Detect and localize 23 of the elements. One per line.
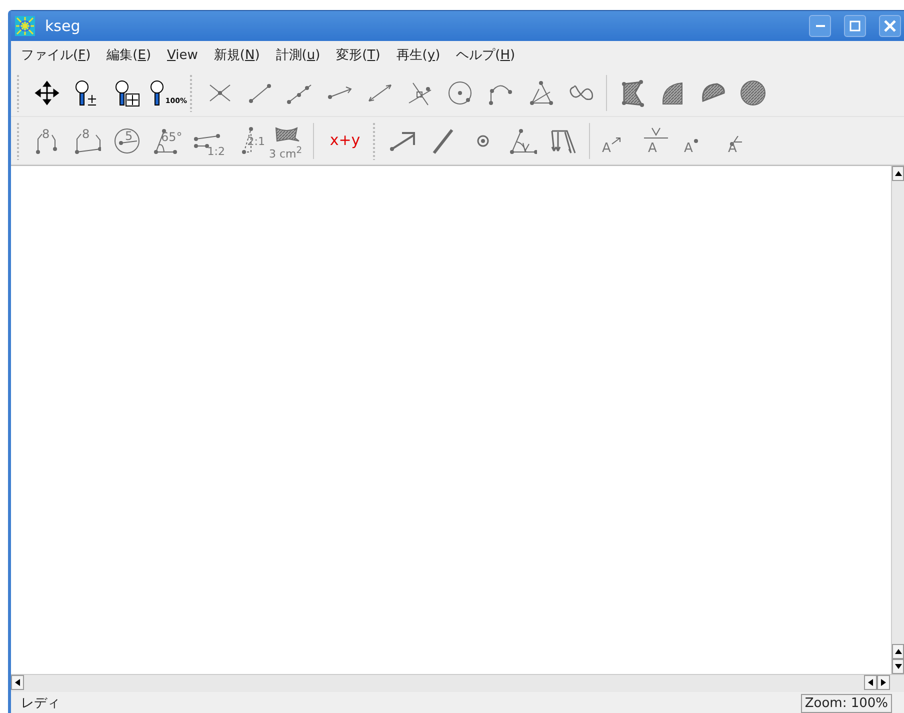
status-message: レディ bbox=[21, 695, 60, 712]
tool-button[interactable]: 65° bbox=[147, 120, 187, 160]
tool-button[interactable]: 1:2 bbox=[187, 120, 227, 160]
tool-button[interactable]: A bbox=[596, 120, 636, 160]
tool-button[interactable]: 5 bbox=[107, 120, 147, 160]
zoom-level: Zoom: 100% bbox=[800, 694, 892, 712]
menu-item[interactable]: 再生(y) bbox=[388, 43, 448, 67]
tool-button[interactable]: 3 cm$^{2}$ bbox=[267, 120, 307, 160]
tool-button[interactable]: 2:1 bbox=[227, 120, 267, 160]
tool-button[interactable]: 8 bbox=[27, 120, 67, 160]
menu-item[interactable]: 変形(T) bbox=[328, 43, 388, 67]
tool-button[interactable]: A bbox=[716, 120, 756, 160]
menu-item[interactable]: ファイル(F) bbox=[13, 43, 99, 67]
menu-item[interactable]: 編集(E) bbox=[98, 43, 160, 67]
tool-button[interactable]: A bbox=[676, 120, 716, 160]
window-title: kseg bbox=[45, 17, 82, 35]
tool-button[interactable]: x+y bbox=[320, 120, 370, 160]
menu-item[interactable]: 計測(u) bbox=[268, 43, 328, 67]
tool-button[interactable]: A bbox=[636, 120, 676, 160]
menu-item[interactable]: View bbox=[159, 44, 206, 66]
menu-item[interactable]: 新規(N) bbox=[206, 43, 268, 67]
menu-item[interactable]: ヘルプ(H) bbox=[448, 43, 524, 67]
tool-button[interactable]: 8 bbox=[67, 120, 107, 160]
